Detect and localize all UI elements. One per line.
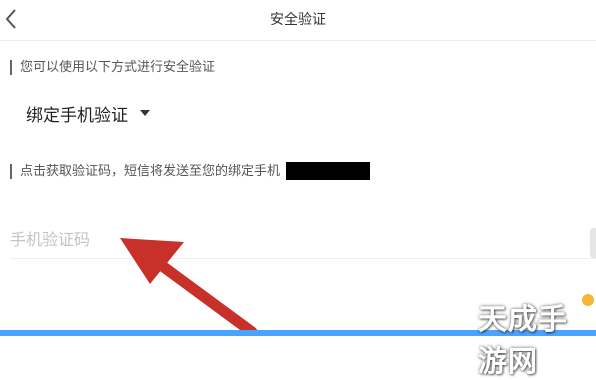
watermark-text: 天成手游网 <box>478 302 569 378</box>
caret-down-icon <box>140 110 150 116</box>
sms-code-input[interactable] <box>10 224 570 254</box>
get-code-button-edge[interactable] <box>590 228 596 258</box>
redacted-phone-number <box>286 162 370 180</box>
page-title: 安全验证 <box>270 12 326 28</box>
verification-method-dropdown[interactable]: 绑定手机验证 <box>26 100 166 126</box>
selected-method-label: 绑定手机验证 <box>26 106 128 126</box>
verification-methods-label: 您可以使用以下方式进行安全验证 <box>10 60 215 75</box>
sms-instruction-label: 点击获取验证码，短信将发送至您的绑定手机 <box>10 164 280 179</box>
top-navigation-bar: 安全验证 <box>0 0 596 41</box>
watermark-logo: 天成手游网 <box>478 294 596 378</box>
input-underline <box>10 258 596 259</box>
